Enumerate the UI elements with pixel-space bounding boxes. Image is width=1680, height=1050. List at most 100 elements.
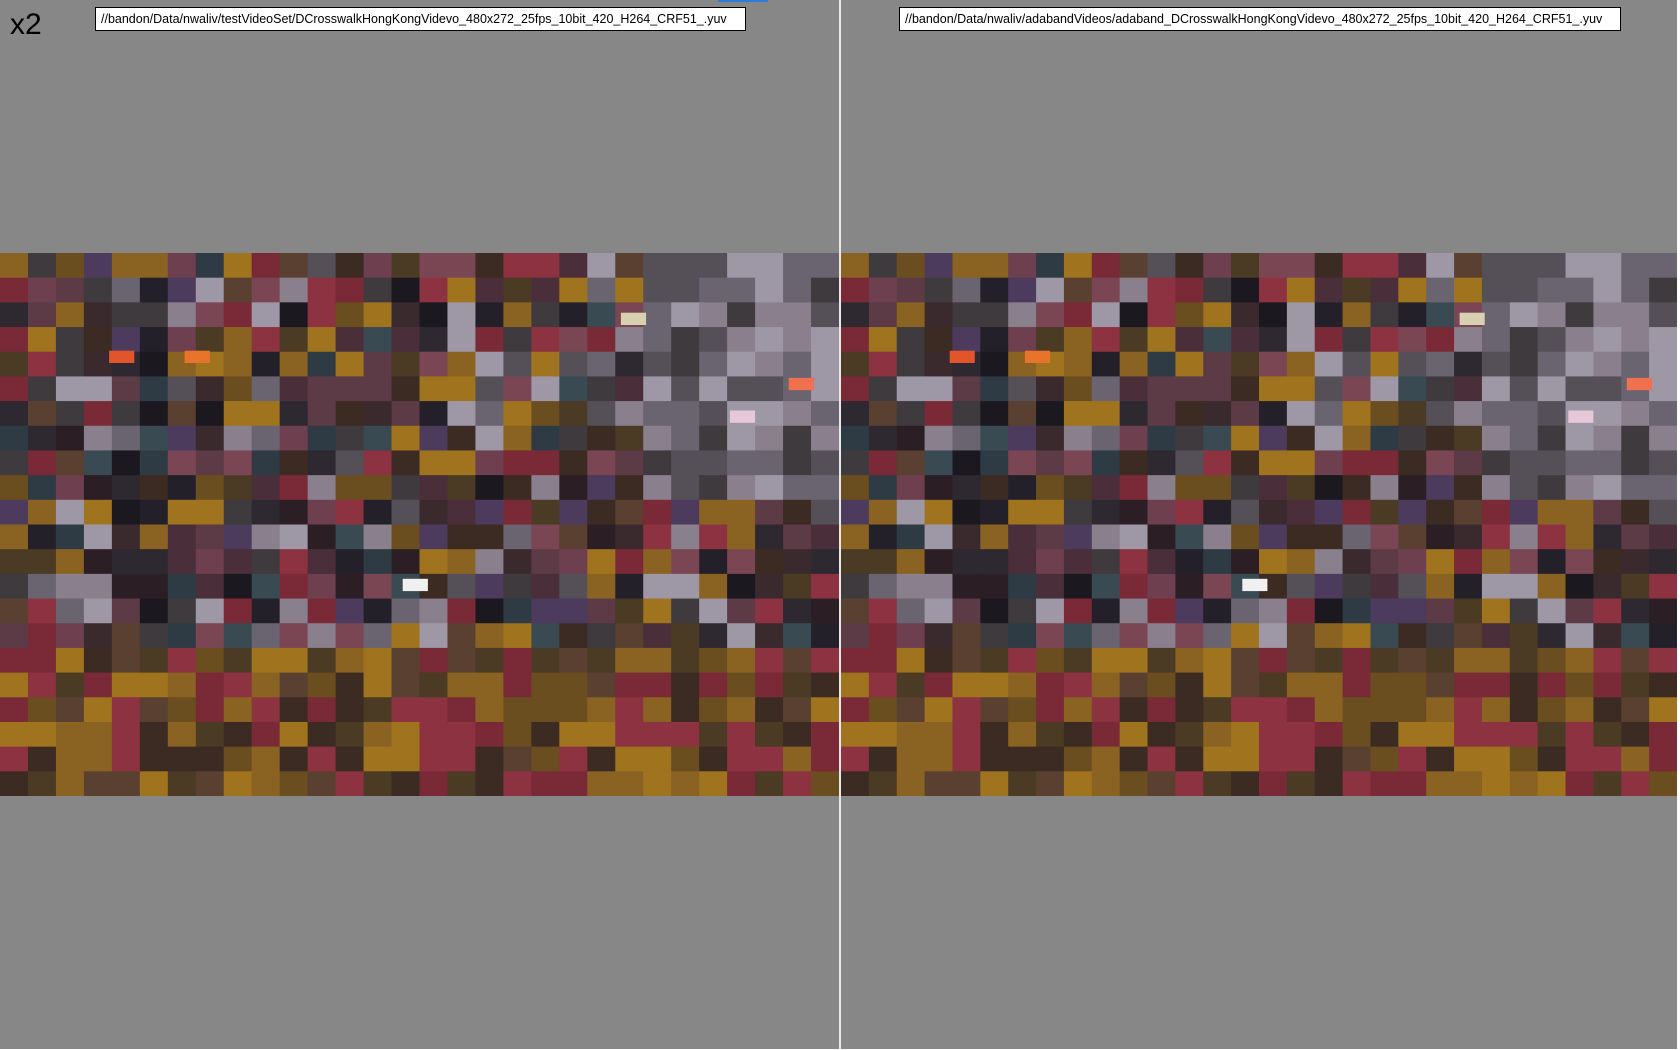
frame-block xyxy=(1593,746,1622,772)
frame-block xyxy=(841,376,870,402)
frame-block xyxy=(1063,277,1093,303)
frame-block xyxy=(1454,253,1483,279)
frame-block xyxy=(1203,623,1232,649)
frame-block xyxy=(671,746,700,772)
frame-block xyxy=(335,598,365,624)
frame-block xyxy=(363,771,393,796)
left-video-pane[interactable]: x2 //bandon/Data/nwaliv/testVideoSet/DCr… xyxy=(0,0,839,1049)
frame-block xyxy=(55,721,85,748)
frame-block xyxy=(111,327,141,353)
light-highlight xyxy=(1459,312,1485,325)
frame-block xyxy=(139,647,169,674)
frame-block xyxy=(1565,475,1594,501)
frame-block xyxy=(27,598,57,624)
frame-block xyxy=(139,327,169,353)
frame-block xyxy=(307,524,337,550)
frame-block xyxy=(307,697,337,723)
frame-block xyxy=(55,549,85,575)
frame-block xyxy=(896,598,926,624)
frame-block xyxy=(783,253,812,279)
frame-block xyxy=(671,697,700,723)
frame-block xyxy=(1593,771,1622,796)
frame-block xyxy=(503,450,532,476)
frame-block xyxy=(868,277,898,303)
frame-block xyxy=(55,401,85,427)
frame-block xyxy=(83,302,113,328)
frame-block xyxy=(1203,327,1232,353)
frame-block xyxy=(1091,549,1121,575)
frame-block xyxy=(363,573,393,600)
frame-block xyxy=(419,721,449,748)
frame-block xyxy=(671,401,700,427)
frame-block xyxy=(896,376,926,402)
frame-block xyxy=(195,277,225,303)
frame-block xyxy=(1454,697,1483,723)
frame-block xyxy=(783,623,812,649)
frame-block xyxy=(475,623,504,649)
frame-block xyxy=(391,647,421,674)
frame-block xyxy=(1342,277,1372,303)
frame-block xyxy=(1119,475,1149,501)
frame-block xyxy=(1063,327,1093,353)
frame-block xyxy=(1008,721,1037,748)
frame-block xyxy=(952,450,981,476)
frame-block xyxy=(335,499,365,526)
frame-block xyxy=(643,499,672,526)
frame-block xyxy=(1259,623,1288,649)
frame-block xyxy=(503,401,532,427)
left-file-path-field[interactable]: //bandon/Data/nwaliv/testVideoSet/DCross… xyxy=(95,7,746,31)
frame-block xyxy=(1286,697,1316,723)
frame-block xyxy=(195,721,225,748)
frame-block xyxy=(699,672,728,698)
frame-block xyxy=(727,351,756,378)
frame-block xyxy=(924,697,954,723)
frame-block xyxy=(727,450,756,476)
frame-block xyxy=(1147,524,1176,550)
frame-block xyxy=(27,647,57,674)
frame-block xyxy=(1008,623,1037,649)
right-video-frame[interactable] xyxy=(841,253,1677,796)
frame-block xyxy=(615,697,644,723)
frame-block xyxy=(1286,499,1316,526)
frame-block xyxy=(195,598,225,624)
frame-block xyxy=(391,499,421,526)
frame-block xyxy=(1063,697,1093,723)
frame-block xyxy=(55,450,85,476)
frame-block xyxy=(1314,598,1344,624)
right-video-pane[interactable]: //bandon/Data/nwaliv/adabandVideos/adaba… xyxy=(841,0,1677,1049)
frame-block xyxy=(1091,499,1121,526)
frame-block xyxy=(811,499,839,526)
frame-block xyxy=(531,573,560,600)
frame-block xyxy=(1481,450,1511,476)
frame-block xyxy=(1454,647,1483,674)
frame-block xyxy=(1565,573,1594,600)
frame-block xyxy=(811,623,839,649)
frame-block xyxy=(447,623,477,649)
frame-block xyxy=(615,450,644,476)
left-video-frame[interactable] xyxy=(0,253,839,796)
frame-block xyxy=(251,623,281,649)
frame-block xyxy=(896,475,926,501)
frame-block xyxy=(1565,277,1594,303)
frame-block xyxy=(699,253,728,279)
frame-block xyxy=(1537,721,1567,748)
frame-block xyxy=(811,771,839,796)
frame-block xyxy=(223,647,253,674)
frame-block xyxy=(111,401,141,427)
frame-block xyxy=(0,425,29,452)
frame-block xyxy=(139,598,169,624)
frame-block xyxy=(1481,746,1511,772)
right-file-path-field[interactable]: //bandon/Data/nwaliv/adabandVideos/adaba… xyxy=(899,7,1621,31)
frame-block xyxy=(1231,401,1260,427)
frame-block xyxy=(1509,376,1539,402)
frame-block xyxy=(727,598,756,624)
frame-block xyxy=(1008,376,1037,402)
frame-block xyxy=(1342,376,1372,402)
frame-block xyxy=(1565,524,1594,550)
frame-block xyxy=(0,623,29,649)
frame-block xyxy=(1593,672,1622,698)
frame-block xyxy=(1621,277,1650,303)
frame-block xyxy=(980,351,1009,378)
frame-block xyxy=(1509,549,1539,575)
frame-block xyxy=(223,302,253,328)
